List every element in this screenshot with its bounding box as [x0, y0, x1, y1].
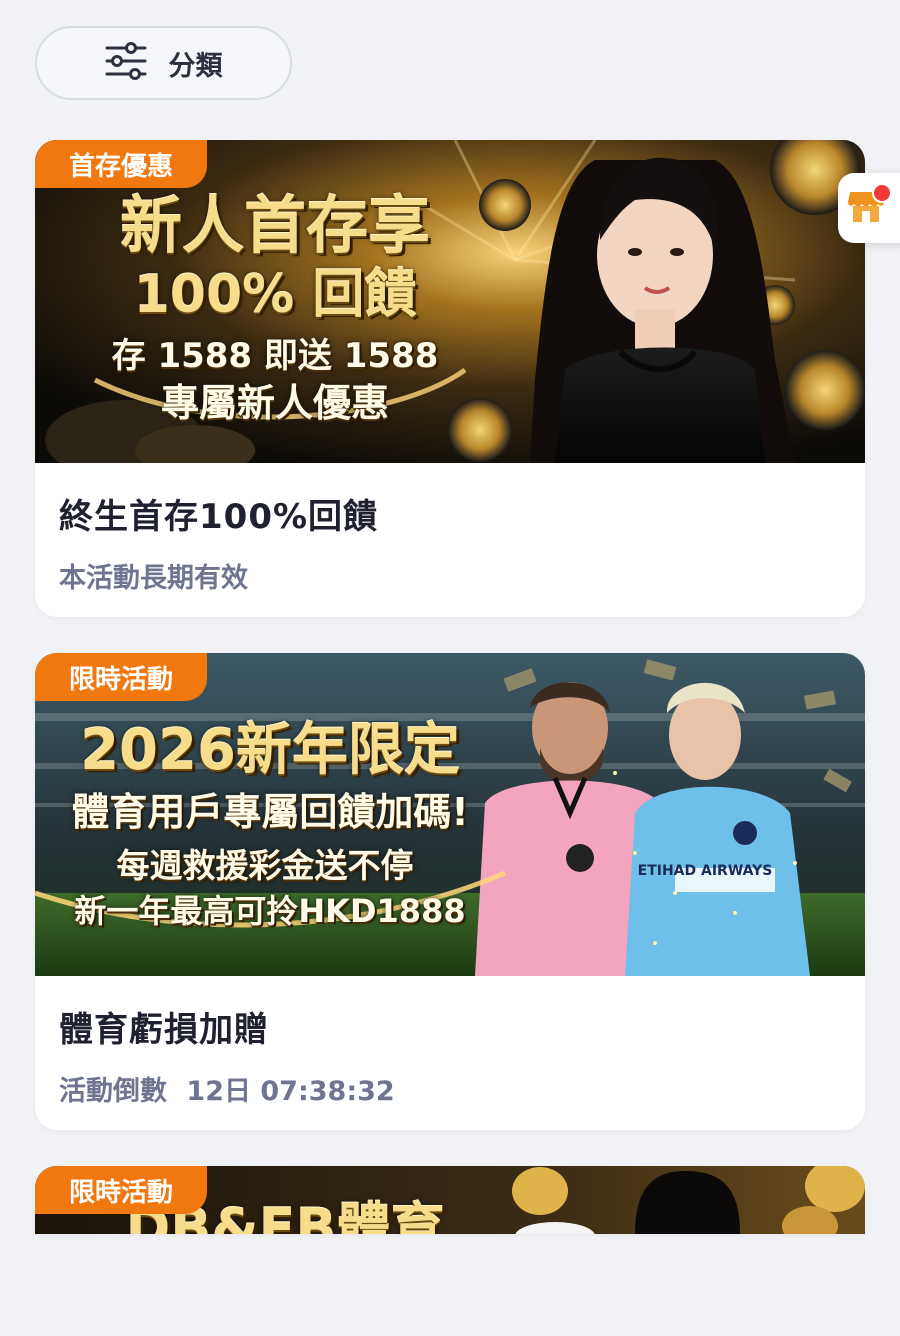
banner-subheadline: 100% 回饋: [133, 265, 417, 325]
countdown-label: 活動倒數: [59, 1076, 167, 1107]
sliders-icon: [105, 42, 147, 84]
floating-shop-button[interactable]: [838, 173, 900, 243]
banner-headline: 2026新年限定: [80, 718, 460, 783]
promo-title: 終生首存100%回饋: [59, 497, 379, 537]
promo-card-first-deposit[interactable]: 首存優惠 新人首存享 100% 回饋 存 1588 即送 1588 專屬新人優惠…: [35, 140, 865, 617]
banner-caption: 新一年最高可拎HKD1888: [74, 892, 466, 930]
promo-card-sports-rebate[interactable]: 限時活動 2026新年限定 體育用戶專屬回饋加碼! 每週救援彩金送不停 新一年最…: [35, 653, 865, 1130]
jersey-sponsor-text: ETIHAD AIRWAYS: [637, 863, 773, 879]
banner-offer: 每週救援彩金送不停: [116, 846, 414, 885]
promo-title: 體育虧損加贈: [59, 1010, 269, 1050]
promo-tag: 限時活動: [35, 1166, 208, 1214]
promo-banner[interactable]: 限時活動 DB&FB體育: [35, 1166, 865, 1234]
promo-tag: 首存優惠: [35, 140, 208, 188]
countdown-value: 12日 07:38:32: [186, 1076, 395, 1107]
banner-caption: 專屬新人優惠: [160, 381, 389, 425]
banner-subheadline: 體育用戶專屬回饋加碼!: [71, 790, 469, 834]
notification-dot: [872, 183, 892, 203]
promo-subtitle: 本活動長期有效: [59, 563, 248, 594]
filter-label: 分類: [168, 50, 223, 82]
promo-tag: 限時活動: [35, 653, 208, 701]
promo-banner[interactable]: 首存優惠 新人首存享 100% 回饋 存 1588 即送 1588 專屬新人優惠: [35, 140, 865, 463]
category-filter-button[interactable]: 分類: [35, 26, 292, 100]
promo-banner[interactable]: 限時活動 2026新年限定 體育用戶專屬回饋加碼! 每週救援彩金送不停 新一年最…: [35, 653, 865, 976]
promo-card-db-fb-sports[interactable]: 限時活動 DB&FB體育: [35, 1166, 865, 1234]
banner-offer: 存 1588 即送 1588: [111, 336, 439, 376]
promo-countdown: 活動倒數 12日 07:38:32: [59, 1069, 841, 1108]
